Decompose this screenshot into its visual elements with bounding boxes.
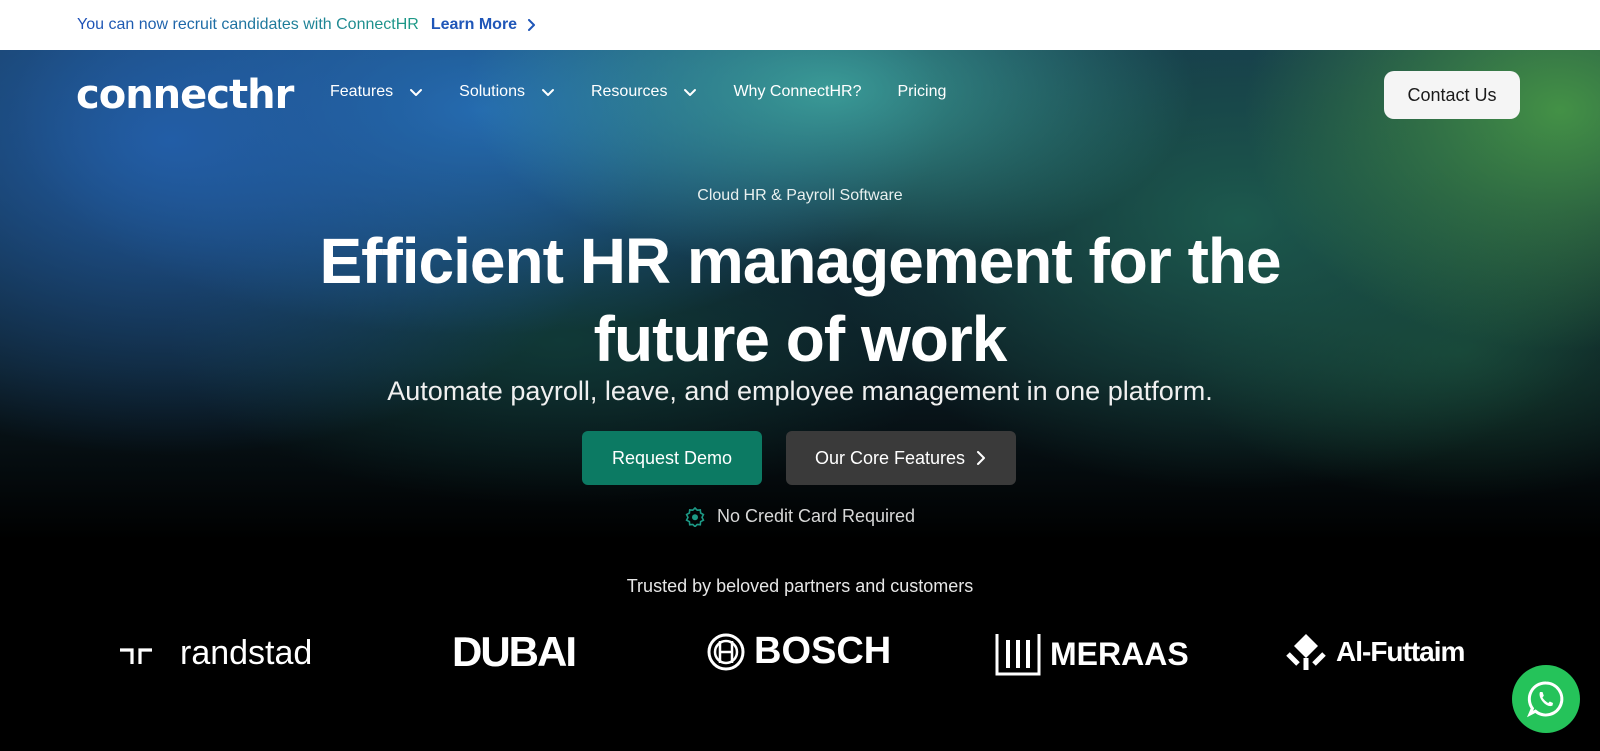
nav-item-features[interactable]: Features (330, 83, 423, 101)
meraas-wordmark: MERAAS (1050, 635, 1189, 672)
badge-check-icon (685, 506, 705, 527)
dubai-wordmark: DUBAI (452, 628, 577, 675)
nav-item-pricing[interactable]: Pricing (898, 83, 947, 101)
meraas-mark-icon (995, 634, 1041, 676)
cta-row: Request Demo Our Core Features (582, 431, 1016, 485)
core-features-button[interactable]: Our Core Features (786, 431, 1016, 485)
learn-more-link[interactable]: Learn More (431, 16, 537, 34)
nav-item-resources[interactable]: Resources (591, 83, 697, 101)
alfuttaim-logo: Al-Futtaim (1284, 632, 1465, 672)
request-demo-button[interactable]: Request Demo (582, 431, 762, 485)
hero-subheadline: Automate payroll, leave, and employee ma… (387, 376, 1213, 406)
bosch-wordmark: BOSCH (754, 630, 892, 672)
main-nav: connecthr Features Solutions Resources W… (0, 50, 1600, 140)
alfuttaim-mark-icon (1286, 634, 1326, 670)
nav-menu: Features Solutions Resources Why Connect… (330, 83, 982, 101)
no-credit-card-note: No Credit Card Required (0, 506, 1600, 527)
nav-item-label: Solutions (459, 83, 525, 100)
learn-more-label: Learn More (430, 16, 518, 33)
randstad-mark-icon (120, 647, 152, 664)
bosch-armature-icon (707, 633, 745, 670)
whatsapp-icon (1526, 681, 1564, 718)
chevron-down-icon (410, 89, 423, 96)
dubai-logo: DUBAI (452, 628, 577, 676)
chevron-down-icon (684, 89, 697, 96)
chevron-down-icon (541, 89, 554, 96)
headline-line-2: future of work (593, 303, 1008, 375)
nav-item-label: Why ConnectHR? (733, 83, 862, 100)
announcement-text: You can now recruit candidates with Conn… (77, 16, 419, 33)
meraas-logo: MERAAS (994, 630, 1189, 678)
hero-section: connecthr Features Solutions Resources W… (0, 50, 1600, 751)
nav-item-label: Resources (590, 83, 668, 100)
nav-item-label: Pricing (897, 83, 947, 100)
note-text: No Credit Card Required (716, 506, 916, 526)
nav-item-label: Features (330, 83, 394, 100)
announcement-bar: You can now recruit candidates with Conn… (0, 0, 1600, 50)
hero-eyebrow: Cloud HR & Payroll Software (697, 187, 903, 204)
partner-logos: randstad DUBAI BOSCH MERAAS Al-Futtaim (0, 624, 1600, 684)
alfuttaim-wordmark: Al-Futtaim (1336, 636, 1465, 667)
contact-us-button[interactable]: Contact Us (1384, 71, 1520, 119)
randstad-logo: randstad (118, 634, 312, 673)
core-features-label: Our Core Features (814, 447, 966, 468)
randstad-wordmark: randstad (180, 634, 313, 672)
connecthr-logo[interactable]: connecthr (76, 72, 294, 118)
trusted-heading: Trusted by beloved partners and customer… (626, 576, 974, 596)
chevron-right-icon (528, 19, 536, 31)
hero-headline: Efficient HR management for the future o… (0, 222, 1600, 378)
bosch-logo: BOSCH (706, 630, 891, 673)
nav-item-why-connecthr[interactable]: Why ConnectHR? (733, 83, 861, 101)
chevron-right-icon (977, 451, 986, 465)
headline-line-1: Efficient HR management for the (319, 225, 1281, 297)
whatsapp-chat-button[interactable] (1512, 665, 1580, 733)
nav-item-solutions[interactable]: Solutions (459, 83, 555, 101)
